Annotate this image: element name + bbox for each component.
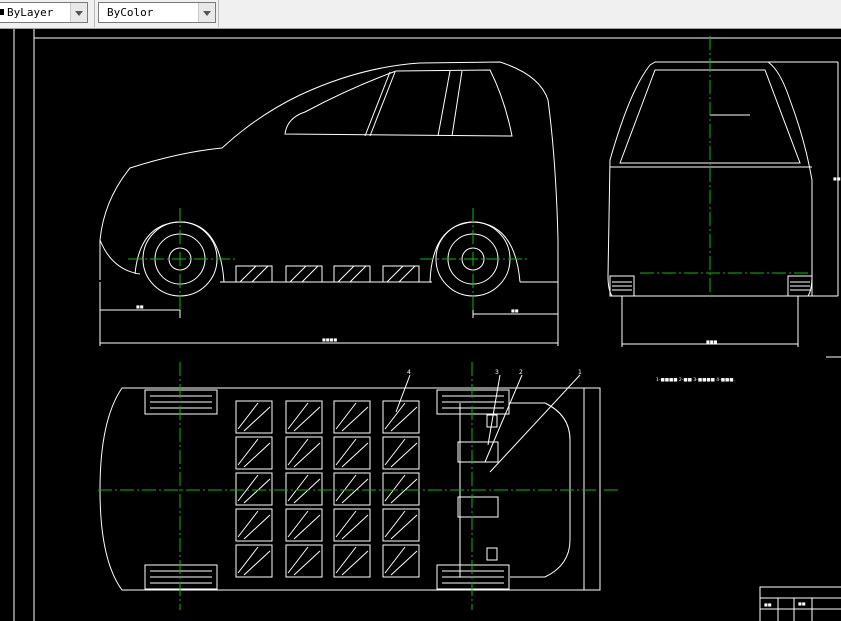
dim-text: ■■ bbox=[136, 304, 144, 309]
battery-hatch bbox=[287, 402, 321, 432]
dim-text: ■■ bbox=[833, 176, 841, 181]
battery-cell bbox=[235, 472, 273, 506]
title-block-cell: ■■ bbox=[764, 602, 772, 607]
battery-cell bbox=[285, 472, 323, 506]
battery-cell bbox=[382, 472, 420, 506]
battery-cell bbox=[333, 508, 371, 542]
battery-cell bbox=[235, 436, 273, 470]
battery-cell bbox=[382, 400, 420, 434]
battery-hatch bbox=[237, 402, 271, 432]
side-battery-boxes bbox=[235, 265, 420, 283]
battery-hatch bbox=[287, 546, 321, 576]
battery-cell bbox=[235, 544, 273, 578]
side-centerlines bbox=[128, 208, 530, 312]
side-view: ■■ ■■ ■■■■ bbox=[99, 61, 559, 346]
toolbar-separator bbox=[94, 0, 95, 27]
rear-wheel-arch bbox=[429, 221, 521, 283]
battery-grid bbox=[235, 400, 420, 578]
battery-cell bbox=[285, 436, 323, 470]
battery-cell bbox=[333, 472, 371, 506]
properties-toolbar: ByLayer ByColor bbox=[0, 0, 841, 29]
top-view: 4 3 2 1 bbox=[98, 362, 620, 610]
side-window bbox=[284, 69, 513, 137]
battery-cell bbox=[285, 508, 323, 542]
battery-cell bbox=[333, 400, 371, 434]
battery-hatch bbox=[335, 438, 369, 468]
window-pillar bbox=[451, 70, 463, 137]
dim-text: ■■ bbox=[511, 308, 519, 313]
battery-cell bbox=[285, 544, 323, 578]
title-block-cell: ■■ bbox=[798, 601, 806, 606]
callout-label: 1 bbox=[578, 369, 582, 376]
linetype-swatch bbox=[0, 9, 4, 15]
color-dropdown[interactable]: ByColor bbox=[98, 2, 216, 23]
battery-hatch bbox=[335, 474, 369, 504]
battery-cell bbox=[235, 508, 273, 542]
callout-label: 2 bbox=[519, 369, 523, 376]
battery-hatch bbox=[237, 546, 271, 576]
battery-hatch bbox=[384, 438, 418, 468]
dim-text: ■■■■ bbox=[322, 337, 337, 342]
drawing-canvas[interactable]: ■■ ■■ ■■■■ ■■ ■■■ 1-■■■■ 2-■■ 3-■■■■ 4-■… bbox=[0, 29, 841, 621]
callout-label: 4 bbox=[407, 369, 411, 376]
battery-cell bbox=[333, 544, 371, 578]
battery-hatch bbox=[335, 510, 369, 540]
battery-hatch bbox=[335, 402, 369, 432]
battery-hatch bbox=[237, 438, 271, 468]
front-wheels bbox=[609, 275, 813, 297]
callout-label: 3 bbox=[495, 369, 499, 376]
battery-hatch bbox=[384, 546, 418, 576]
battery-cell bbox=[382, 436, 420, 470]
car-body-outline bbox=[99, 61, 559, 283]
color-value: ByColor bbox=[107, 6, 154, 19]
battery-cell bbox=[235, 400, 273, 434]
dim-text: ■■■ bbox=[706, 339, 718, 344]
top-centerlines bbox=[98, 362, 620, 610]
battery-cell bbox=[382, 544, 420, 578]
battery-hatch bbox=[384, 402, 418, 432]
parts-note: 1-■■■■ 2-■■ 3-■■■■ 4-■■■. bbox=[656, 377, 735, 383]
battery-hatch bbox=[384, 510, 418, 540]
battery-hatch bbox=[287, 474, 321, 504]
battery-hatch bbox=[237, 474, 271, 504]
battery-hatch bbox=[335, 546, 369, 576]
chassis-outline bbox=[99, 387, 601, 591]
battery-hatch bbox=[287, 438, 321, 468]
battery-cell bbox=[285, 400, 323, 434]
differential-block bbox=[457, 496, 499, 518]
battery-hatch bbox=[384, 474, 418, 504]
chevron-down-icon[interactable] bbox=[198, 3, 215, 22]
linetype-value: ByLayer bbox=[7, 6, 54, 19]
battery-cell bbox=[333, 436, 371, 470]
linetype-dropdown[interactable]: ByLayer bbox=[0, 2, 88, 23]
chevron-down-icon[interactable] bbox=[70, 3, 87, 22]
battery-hatch bbox=[287, 510, 321, 540]
battery-hatch bbox=[237, 510, 271, 540]
toolbar-separator bbox=[218, 0, 219, 27]
window-pillar bbox=[369, 71, 396, 137]
battery-cell bbox=[382, 508, 420, 542]
front-view: ■■ ■■■ bbox=[607, 36, 841, 358]
mount-block bbox=[486, 547, 498, 561]
window-pillar bbox=[437, 70, 451, 137]
front-bumper bbox=[99, 239, 141, 275]
